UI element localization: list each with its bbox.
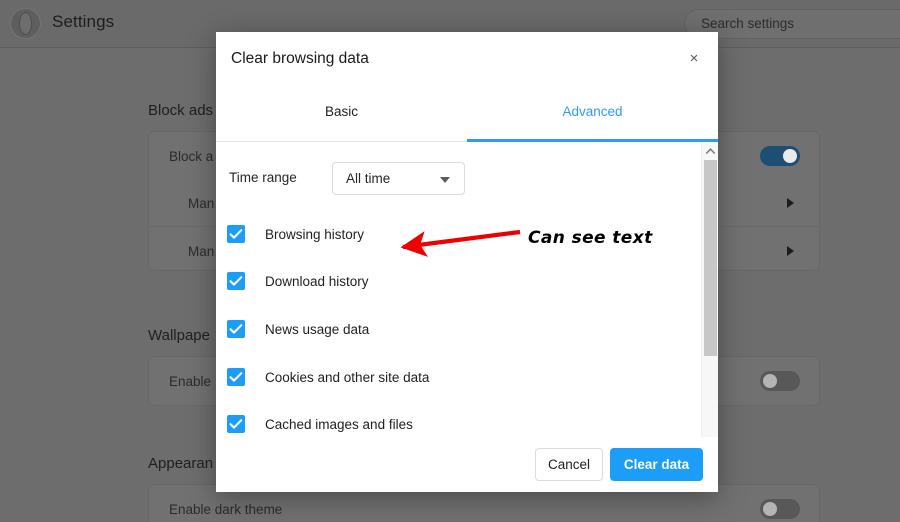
chevron-right-icon[interactable] — [787, 198, 794, 208]
row-label-enable-dark-theme: Enable dark theme — [169, 502, 283, 517]
checkbox-checked-icon[interactable] — [227, 368, 245, 386]
checkbox-checked-icon[interactable] — [227, 272, 245, 290]
checkbox-label: Browsing history — [265, 226, 365, 242]
cancel-button[interactable]: Cancel — [535, 448, 603, 481]
checkbox-row-cookies[interactable]: Cookies and other site data — [216, 362, 686, 392]
checkbox-row-news-usage-data[interactable]: News usage data — [216, 314, 686, 344]
checkbox-checked-icon[interactable] — [227, 415, 245, 433]
section-title-appearance: Appearan — [148, 455, 214, 472]
scrollbar-thumb[interactable] — [704, 160, 717, 356]
page-title: Settings — [52, 12, 115, 31]
search-placeholder-text: Search settings — [701, 16, 795, 31]
checkbox-row-cached-images[interactable]: Cached images and files — [216, 409, 686, 439]
dialog-scrollbar[interactable] — [701, 142, 718, 469]
tab-basic[interactable]: Basic — [216, 104, 467, 140]
dialog-scroll-area: Time range All time Browsing history Dow… — [216, 142, 718, 469]
tab-basic-label: Basic — [324, 104, 358, 119]
time-range-value: All time — [346, 171, 391, 186]
section-title-wallpaper: Wallpape — [148, 327, 210, 344]
tab-advanced[interactable]: Advanced — [467, 104, 718, 140]
checkbox-row-browsing-history[interactable]: Browsing history — [216, 219, 686, 249]
section-title-block-ads: Block ads — [148, 102, 214, 119]
screen: Settings Search settings Block ads Block… — [0, 0, 900, 522]
row-label-manage-1: Man — [188, 196, 215, 211]
row-label-block-ads: Block a — [169, 149, 214, 164]
row-label-manage-2: Man — [188, 244, 215, 259]
dialog-tabs: Basic Advanced — [216, 104, 718, 140]
dialog-title: Clear browsing data — [231, 50, 369, 67]
chevron-down-icon — [440, 177, 450, 183]
time-range-select[interactable]: All time — [332, 162, 465, 195]
dialog-footer: Cancel Clear data — [216, 437, 718, 492]
clear-browsing-data-dialog: Clear browsing data × Basic Advanced Tim… — [216, 32, 718, 492]
checkbox-row-download-history[interactable]: Download history — [216, 266, 686, 296]
scroll-up-arrow-icon[interactable] — [702, 142, 718, 159]
checkbox-checked-icon[interactable] — [227, 320, 245, 338]
close-icon[interactable]: × — [679, 43, 709, 73]
toggle-wallpaper[interactable] — [760, 371, 800, 391]
checkbox-label: Cookies and other site data — [265, 369, 430, 385]
tab-advanced-label: Advanced — [562, 104, 623, 119]
chevron-right-icon[interactable] — [787, 246, 794, 256]
time-range-label: Time range — [229, 170, 297, 185]
clear-data-button[interactable]: Clear data — [610, 448, 703, 481]
toggle-block-ads[interactable] — [760, 146, 800, 166]
toggle-dark-theme[interactable] — [760, 499, 800, 519]
opera-logo — [10, 8, 41, 39]
checkbox-label: News usage data — [265, 321, 370, 337]
checkbox-label: Download history — [265, 273, 369, 289]
checkbox-label: Cached images and files — [265, 416, 413, 432]
row-label-enable-wallpaper: Enable — [169, 374, 212, 389]
checkbox-checked-icon[interactable] — [227, 225, 245, 243]
